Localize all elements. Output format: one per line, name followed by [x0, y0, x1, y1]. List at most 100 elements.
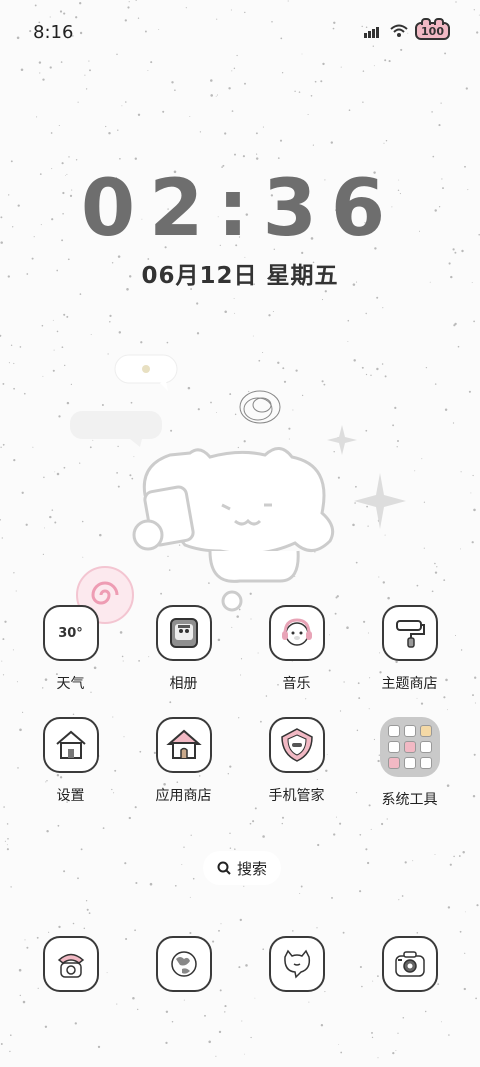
dock-camera[interactable] [360, 936, 460, 992]
speckle-dot [243, 885, 245, 887]
app-app-store[interactable]: 应用商店 [134, 717, 234, 809]
search-button[interactable]: 搜索 [203, 851, 282, 885]
app-weather[interactable]: 30° 天气 [21, 605, 121, 693]
dock-messages[interactable] [247, 936, 347, 992]
speckle-dot [308, 1001, 310, 1003]
speckle-dot [53, 349, 55, 351]
signal-icon [364, 27, 380, 38]
paint-roller-icon[interactable] [381, 605, 438, 661]
speckle-dot [401, 895, 404, 897]
speckle-dot [13, 387, 15, 390]
speckle-dot [9, 1050, 11, 1053]
speckle-dot [204, 1014, 206, 1017]
phone-icon[interactable] [42, 936, 99, 992]
speckle-dot [365, 312, 367, 315]
shield-bone-icon [280, 728, 313, 762]
speckle-dot [174, 89, 176, 91]
app-phone-manager[interactable]: 手机管家 [247, 717, 347, 809]
store-house-icon [165, 729, 202, 759]
speckle-dot [431, 590, 434, 593]
speckle-dot [440, 1021, 442, 1023]
speckle-dot [457, 345, 460, 348]
speckle-dot [41, 324, 44, 327]
speckle-dot [189, 116, 191, 118]
speckle-dot [80, 848, 83, 851]
speckle-dot [473, 320, 475, 323]
speckle-dot [51, 168, 53, 170]
system-tools-folder[interactable] [379, 717, 440, 777]
speckle-dot [436, 566, 438, 568]
speckle-dot [75, 159, 78, 161]
app-label-phone-manager: 手机管家 [268, 788, 325, 804]
speckle-dot [137, 1008, 139, 1011]
speckle-dot [42, 553, 45, 556]
house-icon[interactable] [42, 717, 99, 773]
browser-icon[interactable] [155, 936, 212, 992]
speckle-dot [13, 458, 16, 462]
speckle-dot [224, 310, 227, 313]
status-time: 8:16 [33, 22, 74, 43]
speckle-dot [385, 139, 388, 142]
speckle-dot [262, 126, 264, 128]
music-icon[interactable] [268, 605, 325, 661]
cat-wallpaper-illustration [70, 354, 406, 624]
pink-house-icon[interactable] [155, 717, 212, 773]
speckle-dot [119, 157, 121, 160]
speckle-dot [10, 344, 13, 347]
speckle-dot [189, 896, 191, 898]
speckle-dot [473, 508, 476, 512]
speckle-dot [48, 931, 50, 933]
speckle-dot [220, 923, 222, 925]
speckle-dot [116, 1003, 118, 1005]
speckle-dot [382, 307, 384, 309]
speckle-dot [124, 862, 127, 865]
speckle-dot [52, 369, 55, 372]
weather-icon[interactable]: 30° [42, 605, 99, 661]
messages-icon[interactable] [268, 936, 325, 992]
speckle-dot [166, 341, 169, 344]
speckle-dot [256, 153, 258, 155]
speckle-dot [22, 1000, 26, 1004]
app-settings[interactable]: 设置 [21, 717, 121, 809]
speckle-dot [416, 932, 419, 934]
speckle-dot [196, 332, 200, 335]
speckle-dot [383, 142, 385, 144]
speckle-dot [86, 908, 89, 911]
speckle-dot [224, 1005, 227, 1008]
app-theme-store[interactable]: 主题商店 [360, 605, 460, 693]
app-music[interactable]: 音乐 [247, 605, 347, 693]
speckle-dot [224, 1011, 226, 1013]
speckle-dot [366, 861, 370, 865]
app-gallery[interactable]: 相册 [134, 605, 234, 693]
speckle-dot [208, 1040, 211, 1044]
speckle-dot [10, 1034, 12, 1036]
dock-phone[interactable] [21, 936, 121, 992]
folder-mini-icon [419, 741, 432, 753]
speckle-dot [241, 1020, 243, 1022]
speckle-dot [281, 72, 284, 74]
settings-house-icon [55, 730, 86, 759]
speckle-dot [54, 471, 56, 473]
speckle-dot [51, 509, 54, 511]
speech-bubble-left [70, 411, 162, 447]
app-system-tools[interactable]: 系统工具 [360, 717, 460, 809]
speckle-dot [77, 877, 79, 880]
folder-mini-icon [387, 725, 400, 737]
speckle-dot [117, 129, 119, 131]
gallery-icon[interactable] [155, 605, 212, 661]
speckle-dot [121, 105, 123, 107]
speckle-dot [294, 90, 296, 93]
dock-browser[interactable] [134, 936, 234, 992]
speckle-dot [292, 930, 294, 932]
camera-body-icon [394, 951, 425, 977]
speckle-dot [316, 927, 318, 929]
speckle-dot [39, 72, 41, 74]
speckle-dot [181, 864, 183, 866]
speckle-dot [0, 518, 1, 521]
clock-widget[interactable]: 02:36 06月12日 星期五 [0, 170, 480, 290]
speckle-dot [174, 884, 177, 887]
shield-icon[interactable] [268, 717, 325, 773]
speckle-dot [134, 929, 136, 932]
speckle-dot [171, 1020, 174, 1023]
camera-icon[interactable] [381, 936, 438, 992]
